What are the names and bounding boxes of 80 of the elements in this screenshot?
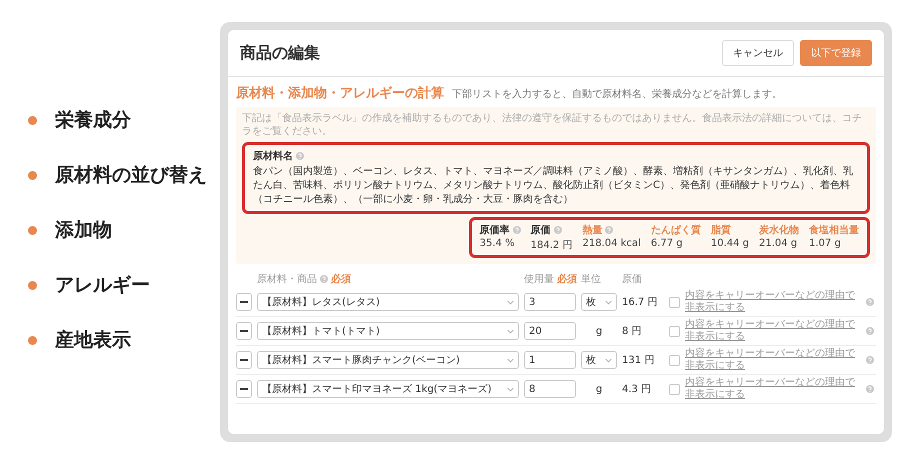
help-icon[interactable] bbox=[866, 385, 874, 393]
help-icon[interactable] bbox=[866, 327, 874, 335]
stat-value: 1.07 g bbox=[809, 238, 842, 249]
required-tag: 必須 bbox=[331, 272, 351, 286]
material-select[interactable]: 【原材料】レタス(レタス) bbox=[257, 293, 519, 311]
chevron-icon bbox=[605, 300, 612, 304]
help-icon[interactable] bbox=[320, 275, 328, 283]
column-header: 使用量 bbox=[524, 273, 554, 286]
help-icon[interactable] bbox=[866, 356, 874, 364]
cost-text: 8 円 bbox=[622, 325, 643, 338]
material-select[interactable]: 【原材料】スマート印マヨネーズ 1kg(マヨネーズ) bbox=[257, 380, 519, 398]
minus-icon bbox=[240, 330, 248, 332]
section-hint: 下部リストを入力すると、自動で原材料名、栄養成分などを計算します。 bbox=[452, 88, 782, 101]
stat-label: たんぱく質 bbox=[650, 224, 701, 237]
help-icon[interactable] bbox=[866, 298, 874, 306]
chevron-icon bbox=[507, 358, 514, 362]
bullet-dot bbox=[28, 280, 37, 290]
stat-label: 炭水化物 bbox=[759, 224, 799, 237]
stat-value: 184.2 円 bbox=[530, 239, 572, 252]
stat-value: 35.4 % bbox=[480, 238, 516, 249]
minus-icon bbox=[240, 359, 248, 361]
feature-label: 栄養成分 bbox=[55, 108, 131, 132]
material-select[interactable]: 【原材料】スマート豚肉チャンク(ベーコン) bbox=[257, 351, 519, 369]
unit-select[interactable]: 枚 bbox=[581, 351, 617, 369]
bullet-dot bbox=[28, 336, 37, 344]
feature-label: 産地表示 bbox=[55, 328, 131, 352]
feature-label: 原材料の並び替え bbox=[55, 163, 207, 187]
amount-field[interactable]: 1 bbox=[524, 351, 576, 369]
stat-value: 21.04 g bbox=[759, 238, 798, 249]
unit-text: g bbox=[596, 384, 602, 394]
cost-text: 4.3 円 bbox=[622, 383, 652, 396]
bullet-dot bbox=[28, 170, 37, 180]
minus-icon bbox=[240, 388, 248, 390]
cost-text: 16.7 円 bbox=[622, 296, 658, 309]
amount-field[interactable]: 8 bbox=[524, 380, 576, 398]
cost-text: 131 円 bbox=[622, 354, 656, 367]
amount-field[interactable]: 3 bbox=[524, 293, 576, 311]
chevron-icon bbox=[507, 386, 514, 392]
stat-label: 脂質 bbox=[710, 224, 731, 237]
remove-button[interactable] bbox=[236, 351, 252, 369]
bullet-dot bbox=[28, 116, 37, 124]
column-header: 原価 bbox=[622, 273, 642, 286]
feature-label: アレルギー bbox=[55, 273, 150, 297]
stat-label: 熱量 bbox=[582, 224, 602, 237]
chevron-icon bbox=[507, 328, 514, 334]
help-icon[interactable] bbox=[512, 226, 521, 234]
stat-label: 原価 bbox=[530, 224, 551, 237]
feature-label: 添加物 bbox=[55, 218, 112, 242]
unit-text: g bbox=[596, 326, 602, 336]
ingredients-text: 食パン（国内製造）、ベーコン、レタス、トマト、マヨネーズ／調味料（アミノ酸）、酵素、増粘剤（キサンタンガム）、乳化剤、乳たん白、苦味料、ポリリン酸ナトリウム、メタリン酸ナトリウム、酸化防止剤（ビタミンC）、発色剤（亜硝酸ナトリウム）、着色料（コチニール色素）、（一部に小麦・卵・乳成分・大豆・豚肉を含む） bbox=[253, 165, 854, 207]
help-icon[interactable] bbox=[605, 226, 614, 234]
amount-field[interactable]: 20 bbox=[524, 322, 576, 340]
remove-button[interactable] bbox=[236, 293, 252, 311]
stat-value: 6.77 g bbox=[650, 238, 684, 249]
column-header: 単位 bbox=[581, 273, 601, 286]
help-icon[interactable] bbox=[296, 152, 304, 160]
bullet-dot bbox=[28, 226, 37, 234]
checkbox[interactable] bbox=[669, 296, 680, 308]
checkbox[interactable] bbox=[669, 326, 680, 336]
section-title: 原材料・添加物・アレルギーの計算 bbox=[236, 84, 444, 102]
cancel-button[interactable]: キャンセル bbox=[722, 40, 794, 66]
checkbox[interactable] bbox=[669, 354, 680, 366]
unit-select[interactable]: 枚 bbox=[581, 293, 617, 311]
remove-button[interactable] bbox=[236, 380, 252, 398]
field-label: 原材料名 bbox=[253, 150, 293, 163]
remove-button[interactable] bbox=[236, 322, 252, 340]
stat-value: 10.44 g bbox=[710, 238, 749, 249]
chevron-icon bbox=[507, 300, 514, 304]
checkbox[interactable] bbox=[669, 384, 680, 394]
page-title: 商品の編集 bbox=[240, 42, 320, 64]
stat-label: 食塩相当量 bbox=[809, 224, 859, 237]
material-select[interactable]: 【原材料】トマト(トマト) bbox=[257, 322, 519, 340]
help-icon[interactable] bbox=[554, 226, 562, 234]
stat-label: 原価率 bbox=[480, 223, 510, 237]
required-tag: 必須 bbox=[557, 272, 577, 286]
minus-icon bbox=[240, 301, 248, 303]
stat-value: 218.04 kcal bbox=[582, 238, 641, 249]
notice-text: 下記は「食品表示ラベル」の作成を補助するものであり、法律の遵守を保証するものではありません。食品表示法の詳細については、コチラをご覧ください。 bbox=[242, 112, 863, 138]
chevron-icon bbox=[605, 358, 612, 362]
column-header: 原材料・商品 bbox=[257, 272, 317, 286]
